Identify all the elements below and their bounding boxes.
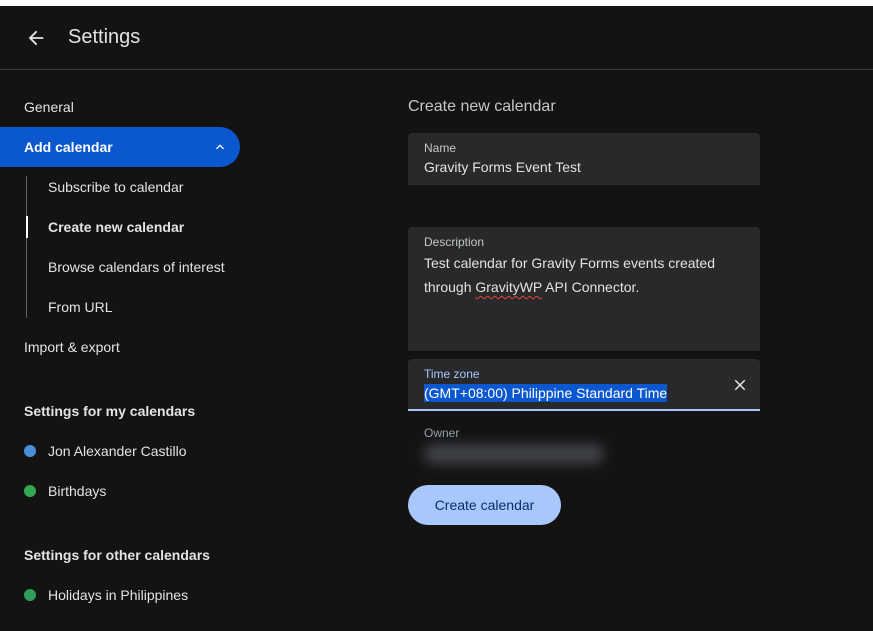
sidebar-calendar-item[interactable]: Birthdays: [24, 471, 106, 511]
sidebar-item-import-export[interactable]: Import & export: [0, 327, 240, 367]
name-field[interactable]: Name Gravity Forms Event Test: [408, 133, 760, 185]
arrow-back-icon: [28, 30, 44, 46]
other-calendars-heading: Settings for other calendars: [24, 547, 210, 563]
calendar-label: Jon Alexander Castillo: [48, 443, 187, 459]
calendar-color-dot: [24, 485, 36, 497]
create-calendar-button[interactable]: Create calendar: [408, 485, 561, 525]
sidebar-item-label: Import & export: [24, 339, 120, 355]
page-title: Settings: [68, 26, 141, 48]
sidebar-calendar-item[interactable]: Jon Alexander Castillo: [24, 431, 187, 471]
chevron-up-icon[interactable]: [212, 139, 228, 155]
description-field[interactable]: Description Test calendar for Gravity Fo…: [408, 227, 760, 351]
timezone-input[interactable]: (GMT+08:00) Philippine Standard Time: [424, 384, 668, 402]
timezone-selected-text: (GMT+08:00) Philippine Standard Time: [424, 384, 668, 402]
timezone-field[interactable]: Time zone (GMT+08:00) Philippine Standar…: [408, 359, 760, 411]
calendar-settings-window: Settings General Add calendar Subscribe …: [0, 6, 873, 631]
description-line: through GravityWP API Connector.: [424, 275, 744, 299]
back-button[interactable]: [20, 22, 52, 54]
calendar-label: Birthdays: [48, 483, 107, 499]
owner-label: Owner: [424, 426, 460, 440]
sidebar-subitem-browse[interactable]: Browse calendars of interest: [48, 247, 225, 287]
sidebar-item-label: Browse calendars of interest: [48, 259, 225, 275]
submenu-rail: [26, 176, 27, 318]
sidebar-item-label: Add calendar: [24, 139, 113, 155]
sidebar-item-label: Subscribe to calendar: [48, 179, 184, 195]
description-line: Test calendar for Gravity Forms events c…: [424, 255, 715, 271]
timezone-label: Time zone: [424, 367, 480, 381]
description-text: through: [424, 279, 476, 295]
spellcheck-word: GravityWP: [475, 279, 543, 295]
owner-value-redacted: [424, 444, 604, 464]
close-icon: [734, 379, 746, 391]
my-calendars-heading: Settings for my calendars: [24, 403, 196, 419]
name-input[interactable]: Gravity Forms Event Test: [424, 159, 581, 175]
description-text: API Connector.: [542, 279, 640, 295]
name-label: Name: [424, 141, 457, 155]
calendar-color-dot: [24, 589, 36, 601]
sidebar-subitem-create-new[interactable]: Create new calendar: [48, 207, 184, 247]
clear-timezone-button[interactable]: [730, 375, 750, 395]
submenu-active-indicator: [26, 216, 28, 238]
sidebar-subitem-subscribe[interactable]: Subscribe to calendar: [48, 167, 183, 207]
description-label: Description: [424, 235, 485, 249]
description-input[interactable]: Test calendar for Gravity Forms events c…: [424, 251, 744, 299]
form-title: Create new calendar: [408, 98, 556, 115]
sidebar-item-label: General: [24, 99, 74, 115]
sidebar-item-label: Create new calendar: [48, 219, 185, 235]
sidebar-item-general[interactable]: General: [0, 87, 240, 127]
sidebar-item-label: From URL: [48, 299, 113, 315]
calendar-color-dot: [24, 445, 36, 457]
sidebar-calendar-item[interactable]: Holidays in Philippines: [24, 575, 188, 615]
sidebar-subitem-from-url[interactable]: From URL: [48, 287, 113, 327]
calendar-label: Holidays in Philippines: [48, 587, 189, 603]
top-bar: Settings: [0, 6, 873, 70]
sidebar-item-add-calendar[interactable]: Add calendar: [0, 127, 240, 167]
